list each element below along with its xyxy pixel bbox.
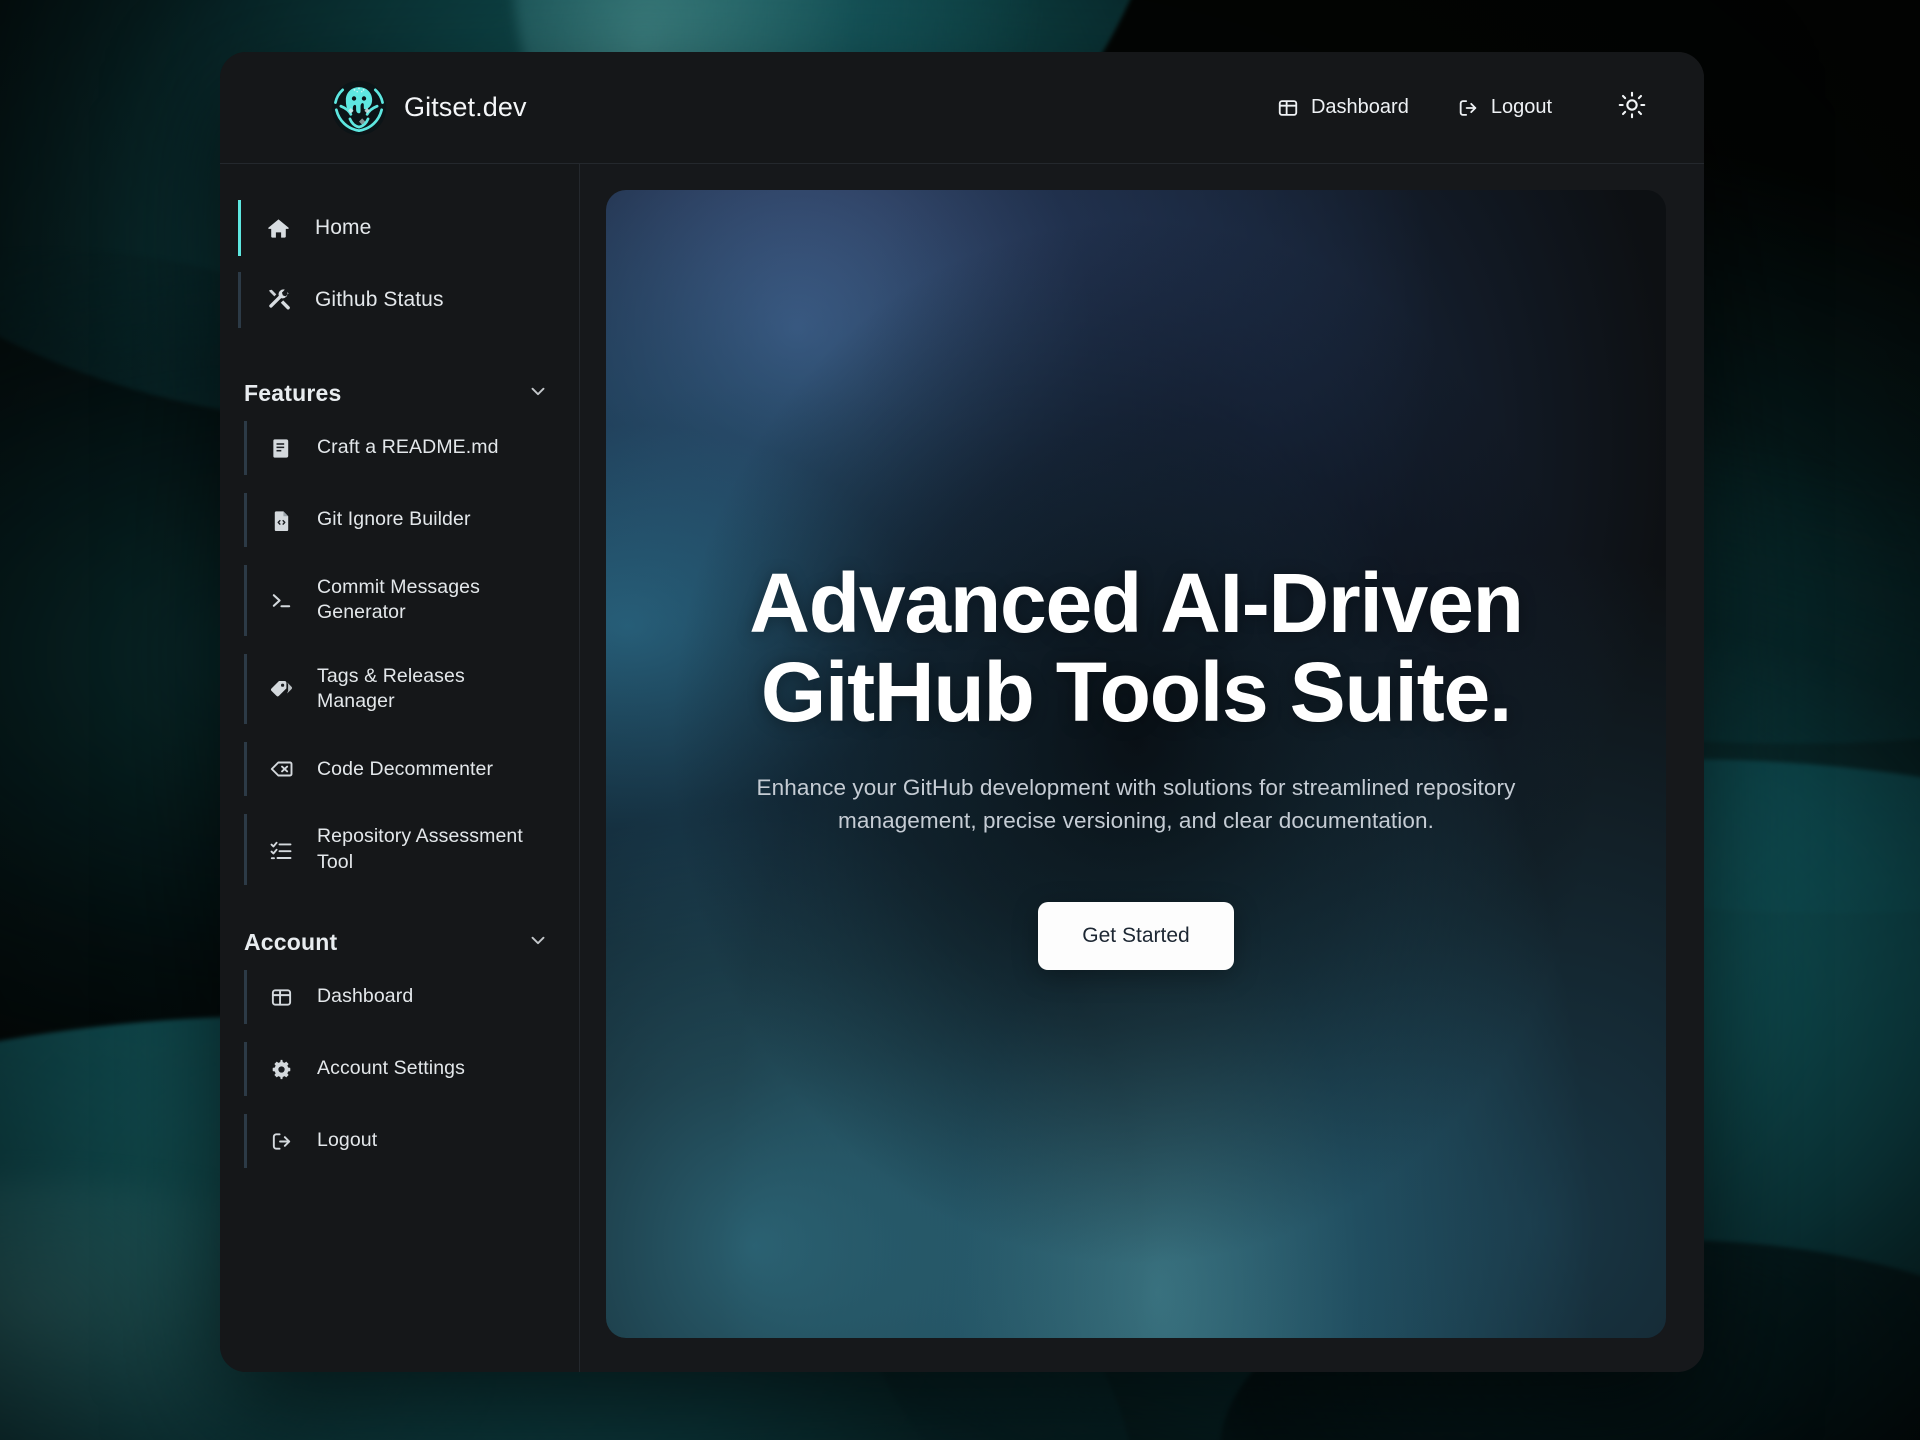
sidebar-item-github-status-label: Github Status bbox=[315, 288, 444, 312]
sidebar: Home Github Status Features Craft a READ… bbox=[220, 164, 580, 1372]
logout-icon bbox=[1457, 97, 1479, 119]
book-icon bbox=[267, 437, 295, 460]
app-window: Gitset.dev Dashboard Logout Home Github … bbox=[220, 52, 1704, 1372]
app-body: Home Github Status Features Craft a READ… bbox=[220, 164, 1704, 1372]
layout-panel-icon bbox=[1277, 97, 1299, 119]
topnav-logout[interactable]: Logout bbox=[1433, 86, 1576, 129]
home-icon bbox=[263, 216, 293, 241]
hero-content: Advanced AI-Driven GitHub Tools Suite. E… bbox=[606, 555, 1666, 970]
sidebar-item-github-status[interactable]: Github Status bbox=[238, 272, 557, 328]
sidebar-item-code-decommenter-label: Code Decommenter bbox=[317, 757, 494, 780]
sidebar-features-list: Craft a README.md Git Ignore Builder Com… bbox=[220, 421, 579, 886]
sidebar-item-dashboard[interactable]: Dashboard bbox=[244, 970, 557, 1025]
chevron-down-icon bbox=[527, 929, 549, 956]
main-content: Advanced AI-Driven GitHub Tools Suite. E… bbox=[580, 164, 1704, 1372]
brand-name: Gitset.dev bbox=[404, 92, 527, 122]
sidebar-item-tags-releases-manager[interactable]: Tags & Releases Manager bbox=[244, 653, 557, 725]
sidebar-item-craft-readme-label: Craft a README.md bbox=[317, 436, 499, 459]
tools-icon bbox=[263, 288, 293, 313]
sidebar-account-list: Dashboard Account Settings Logout bbox=[220, 970, 579, 1169]
page-title: Advanced AI-Driven GitHub Tools Suite. bbox=[749, 555, 1524, 740]
app-header: Gitset.dev Dashboard Logout bbox=[220, 52, 1704, 164]
sidebar-item-home[interactable]: Home bbox=[238, 200, 557, 256]
hero-subtitle: Enhance your GitHub development with sol… bbox=[756, 775, 1516, 833]
sidebar-item-commit-messages-generator[interactable]: Commit Messages Generator bbox=[244, 565, 557, 636]
file-code-icon bbox=[267, 509, 295, 532]
sun-icon bbox=[1618, 91, 1646, 124]
sidebar-item-tags-releases-manager-label: Tags & Releases Manager bbox=[317, 664, 465, 713]
sidebar-section-account-title: Account bbox=[244, 929, 338, 956]
sidebar-item-account-settings[interactable]: Account Settings bbox=[244, 1042, 557, 1097]
sidebar-section-features-title: Features bbox=[244, 380, 342, 406]
backspace-icon bbox=[267, 757, 295, 781]
terminal-icon bbox=[267, 589, 295, 612]
sidebar-item-repository-assessment-tool[interactable]: Repository Assessment Tool bbox=[244, 814, 557, 886]
sidebar-item-craft-readme[interactable]: Craft a README.md bbox=[244, 421, 557, 475]
get-started-button[interactable]: Get Started bbox=[1038, 901, 1234, 970]
octopus-logo-icon bbox=[330, 79, 388, 137]
sidebar-section-features[interactable]: Features bbox=[244, 380, 549, 407]
hero-banner: Advanced AI-Driven GitHub Tools Suite. E… bbox=[606, 190, 1666, 1338]
sidebar-item-git-ignore-builder[interactable]: Git Ignore Builder bbox=[244, 493, 557, 547]
sidebar-item-repository-assessment-tool-label: Repository Assessment Tool bbox=[317, 825, 523, 873]
gear-icon bbox=[267, 1058, 295, 1081]
sidebar-item-home-label: Home bbox=[315, 216, 372, 240]
brand[interactable]: Gitset.dev bbox=[330, 79, 527, 137]
theme-toggle-button[interactable] bbox=[1610, 86, 1654, 130]
tags-icon bbox=[267, 677, 295, 701]
sidebar-item-git-ignore-builder-label: Git Ignore Builder bbox=[317, 508, 471, 531]
sidebar-item-logout-label: Logout bbox=[317, 1129, 378, 1152]
topnav-dashboard[interactable]: Dashboard bbox=[1253, 86, 1433, 129]
sidebar-item-logout[interactable]: Logout bbox=[244, 1114, 557, 1169]
sidebar-item-code-decommenter[interactable]: Code Decommenter bbox=[244, 742, 557, 797]
layout-panel-icon bbox=[267, 986, 295, 1009]
topnav-logout-label: Logout bbox=[1490, 96, 1552, 118]
logout-icon bbox=[267, 1130, 295, 1153]
sidebar-item-commit-messages-generator-label: Commit Messages Generator bbox=[317, 576, 480, 624]
topnav-dashboard-label: Dashboard bbox=[1310, 96, 1409, 118]
chevron-down-icon bbox=[527, 380, 549, 407]
sidebar-item-account-settings-label: Account Settings bbox=[317, 1057, 465, 1080]
sidebar-section-account[interactable]: Account bbox=[244, 929, 549, 956]
checklist-icon bbox=[267, 838, 295, 862]
sidebar-item-dashboard-label: Dashboard bbox=[317, 985, 414, 1008]
top-navigation: Dashboard Logout bbox=[1253, 86, 1664, 130]
